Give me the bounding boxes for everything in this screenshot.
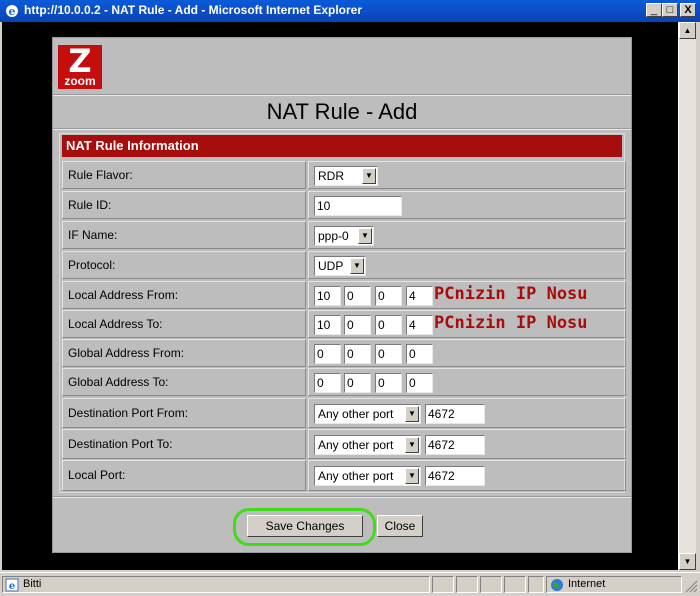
close-window-button[interactable]: X — [680, 3, 696, 17]
divider — [53, 496, 631, 498]
row-rule-flavor: Rule Flavor: RDR ▼ — [62, 161, 626, 189]
status-bar: e Bitti Internet — [0, 572, 700, 596]
row-local-address-from: Local Address From: 10 0 0 4 PCnizin IP … — [62, 281, 626, 309]
zoom-logo: Z zoom — [58, 45, 102, 89]
protocol-select[interactable]: UDP ▼ — [314, 256, 366, 276]
global-to-octet-3[interactable]: 0 — [375, 373, 402, 393]
internet-explorer-icon: e — [6, 5, 18, 18]
local-port-select[interactable]: Any other port ▼ — [314, 466, 421, 486]
protocol-label: Protocol: — [62, 251, 306, 279]
if-name-value: ppp-0 — [318, 229, 349, 243]
chevron-down-icon[interactable]: ▼ — [362, 168, 376, 184]
minimize-button[interactable]: _ — [646, 3, 662, 17]
rule-id-label: Rule ID: — [62, 191, 306, 219]
page-done-icon: e — [5, 578, 19, 592]
window-title: http://10.0.0.2 - NAT Rule - Add - Micro… — [24, 3, 363, 17]
status-panel — [432, 576, 454, 593]
row-local-port: Local Port: Any other port ▼ 4672 — [62, 460, 626, 491]
maximize-button[interactable]: □ — [662, 3, 678, 17]
scroll-down-icon[interactable]: ▼ — [679, 553, 696, 570]
resize-grip-icon[interactable] — [684, 579, 698, 593]
local-port-select-value: Any other port — [318, 469, 394, 483]
status-text-panel: e Bitti — [2, 576, 430, 593]
local-from-octet-1[interactable]: 10 — [314, 286, 341, 306]
global-address-from-label: Global Address From: — [62, 339, 306, 367]
rule-flavor-value: RDR — [318, 169, 344, 183]
chevron-down-icon[interactable]: ▼ — [350, 258, 364, 274]
chevron-down-icon[interactable]: ▼ — [405, 468, 419, 484]
destination-port-from-input[interactable]: 4672 — [425, 404, 485, 424]
rule-id-input[interactable]: 10 — [314, 196, 402, 216]
destination-port-to-select-value: Any other port — [318, 438, 394, 452]
row-global-address-to: Global Address To: 0 0 0 0 — [62, 368, 626, 396]
local-port-label: Local Port: — [62, 460, 306, 491]
destination-port-to-label: Destination Port To: — [62, 429, 306, 459]
row-global-address-from: Global Address From: 0 0 0 0 — [62, 339, 626, 367]
svg-text:e: e — [9, 5, 16, 18]
local-address-to-label: Local Address To: — [62, 310, 306, 338]
scroll-up-icon[interactable]: ▲ — [679, 22, 696, 39]
destination-port-from-select-value: Any other port — [318, 407, 394, 421]
destination-port-to-select[interactable]: Any other port ▼ — [314, 435, 421, 455]
annotation-note: PCnizin IP Nosu — [434, 284, 588, 304]
global-to-octet-2[interactable]: 0 — [344, 373, 371, 393]
chevron-down-icon[interactable]: ▼ — [405, 406, 419, 422]
global-to-octet-4[interactable]: 0 — [406, 373, 433, 393]
row-protocol: Protocol: UDP ▼ — [62, 251, 626, 279]
protocol-value: UDP — [318, 259, 344, 273]
destination-port-to-input[interactable]: 4672 — [425, 435, 485, 455]
local-port-input[interactable]: 4672 — [425, 466, 485, 486]
local-to-octet-1[interactable]: 10 — [314, 315, 341, 335]
page-title: NAT Rule - Add — [266, 99, 418, 124]
row-destination-port-from: Destination Port From: Any other port ▼ … — [62, 398, 626, 428]
zoom-logo-word: zoom — [64, 74, 96, 88]
if-name-select[interactable]: ppp-0 ▼ — [314, 226, 374, 246]
global-from-octet-2[interactable]: 0 — [344, 344, 371, 364]
local-to-octet-4[interactable]: 4 — [406, 315, 433, 335]
divider — [53, 94, 631, 96]
destination-port-from-select[interactable]: Any other port ▼ — [314, 404, 421, 424]
chevron-down-icon[interactable]: ▼ — [405, 437, 419, 453]
svg-text:e: e — [9, 581, 15, 592]
nat-rule-form: NAT Rule Information Rule Flavor: RDR ▼ … — [59, 133, 626, 493]
vertical-scrollbar[interactable]: ▲ ▼ — [678, 22, 696, 570]
local-address-from-label: Local Address From: — [62, 281, 306, 309]
status-panel — [480, 576, 502, 593]
close-button[interactable]: Close — [377, 515, 423, 537]
zoom-logo-glyph: Z — [68, 42, 92, 80]
status-panel — [456, 576, 478, 593]
global-to-octet-1[interactable]: 0 — [314, 373, 341, 393]
chevron-down-icon[interactable]: ▼ — [358, 228, 372, 244]
local-from-octet-4[interactable]: 4 — [406, 286, 433, 306]
globe-icon — [551, 579, 563, 591]
window-titlebar[interactable]: e http://10.0.0.2 - NAT Rule - Add - Mic… — [0, 0, 700, 22]
row-local-address-to: Local Address To: 10 0 0 4 PCnizin IP No… — [62, 310, 626, 338]
rule-flavor-select[interactable]: RDR ▼ — [314, 166, 378, 186]
local-to-octet-3[interactable]: 0 — [375, 315, 402, 335]
status-text: Bitti — [23, 578, 42, 590]
router-page: Z zoom NAT Rule - Add NAT Rule Informati… — [52, 37, 632, 553]
zone-text: Internet — [568, 578, 606, 590]
annotation-note: PCnizin IP Nosu — [434, 313, 588, 333]
global-address-to-label: Global Address To: — [62, 368, 306, 396]
local-to-octet-2[interactable]: 0 — [344, 315, 371, 335]
rule-flavor-label: Rule Flavor: — [62, 161, 306, 189]
global-from-octet-3[interactable]: 0 — [375, 344, 402, 364]
status-panel — [528, 576, 544, 593]
global-from-octet-1[interactable]: 0 — [314, 344, 341, 364]
row-if-name: IF Name: ppp-0 ▼ — [62, 221, 626, 249]
local-from-octet-2[interactable]: 0 — [344, 286, 371, 306]
row-rule-id: Rule ID: 10 — [62, 191, 626, 219]
zone-panel: Internet — [546, 576, 682, 593]
local-from-octet-3[interactable]: 0 — [375, 286, 402, 306]
status-panel — [504, 576, 526, 593]
row-destination-port-to: Destination Port To: Any other port ▼ 46… — [62, 429, 626, 459]
destination-port-from-label: Destination Port From: — [62, 398, 306, 428]
if-name-label: IF Name: — [62, 221, 306, 249]
save-highlight-circle — [233, 508, 376, 546]
global-from-octet-4[interactable]: 0 — [406, 344, 433, 364]
section-header: NAT Rule Information — [62, 135, 622, 157]
divider — [53, 128, 631, 130]
